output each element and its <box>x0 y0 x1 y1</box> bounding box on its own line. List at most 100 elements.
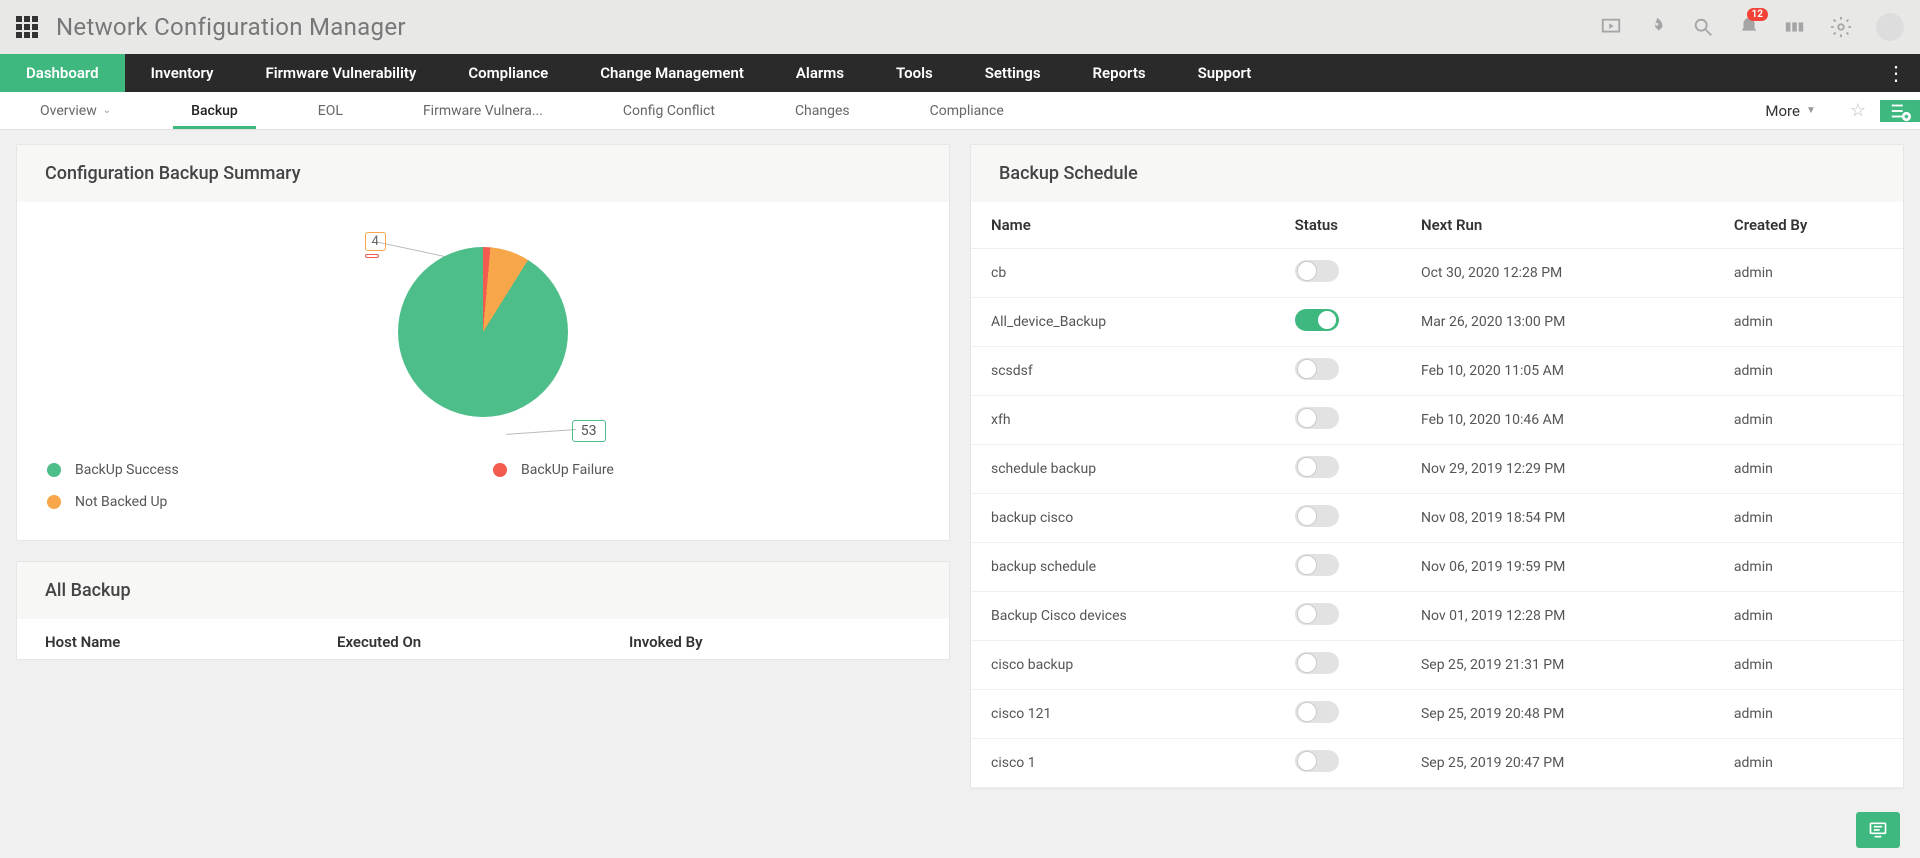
table-row[interactable]: cisco 1Sep 25, 2019 20:47 PMadmin <box>971 739 1903 788</box>
cell-next-run: Nov 01, 2019 12:28 PM <box>1409 592 1722 641</box>
cell-created-by: admin <box>1722 249 1903 298</box>
cell-next-run: Feb 10, 2020 11:05 AM <box>1409 347 1722 396</box>
nav-firmware-vulnerability[interactable]: Firmware Vulnerability <box>240 54 443 92</box>
status-toggle[interactable] <box>1295 554 1339 576</box>
legend-dot <box>493 463 507 477</box>
tab-overview[interactable]: Overview⌄ <box>0 92 151 129</box>
cell-status <box>1283 396 1409 445</box>
status-toggle[interactable] <box>1295 309 1339 331</box>
cell-created-by: admin <box>1722 298 1903 347</box>
status-toggle[interactable] <box>1295 407 1339 429</box>
col-status[interactable]: Status <box>1283 202 1409 249</box>
nav-inventory[interactable]: Inventory <box>125 54 240 92</box>
tab-eol[interactable]: EOL <box>278 92 383 129</box>
table-row[interactable]: scsdsf Feb 10, 2020 11:05 AMadmin <box>971 347 1903 396</box>
cell-status <box>1283 739 1409 788</box>
table-row[interactable]: backup ciscoNov 08, 2019 18:54 PMadmin <box>971 494 1903 543</box>
nav-reports[interactable]: Reports <box>1067 54 1172 92</box>
status-toggle[interactable] <box>1295 505 1339 527</box>
device-icon[interactable] <box>1784 16 1806 38</box>
cell-name: cb <box>971 249 1283 298</box>
nav-support[interactable]: Support <box>1172 54 1278 92</box>
tab-backup[interactable]: Backup <box>151 92 278 129</box>
nav-more-icon[interactable]: ⋮ <box>1872 54 1920 92</box>
callout-not-backed: 4 <box>365 232 386 251</box>
search-icon[interactable] <box>1692 16 1714 38</box>
table-row[interactable]: backup scheduleNov 06, 2019 19:59 PMadmi… <box>971 543 1903 592</box>
subnav-more[interactable]: More ▼ <box>1745 102 1835 120</box>
col-created-by[interactable]: Created By <box>1722 202 1903 249</box>
status-toggle[interactable] <box>1295 750 1339 772</box>
status-toggle[interactable] <box>1295 358 1339 380</box>
cell-status <box>1283 445 1409 494</box>
cell-status <box>1283 347 1409 396</box>
table-row[interactable]: All_device_BackupMar 26, 2020 13:00 PMad… <box>971 298 1903 347</box>
gear-icon[interactable] <box>1830 16 1852 38</box>
cell-created-by: admin <box>1722 641 1903 690</box>
tab-firmware-vulnera-[interactable]: Firmware Vulnera... <box>383 92 583 129</box>
schedule-table: NameStatusNext RunCreated By cbOct 30, 2… <box>971 202 1903 788</box>
avatar[interactable] <box>1876 13 1904 41</box>
legend-item[interactable]: Not Backed Up <box>47 494 473 510</box>
nav-dashboard[interactable]: Dashboard <box>0 54 125 92</box>
legend-dot <box>47 463 61 477</box>
callout-failure <box>365 254 379 258</box>
rocket-icon[interactable] <box>1646 16 1668 38</box>
status-toggle[interactable] <box>1295 603 1339 625</box>
cell-name: cisco backup <box>971 641 1283 690</box>
table-row[interactable]: cisco 121Sep 25, 2019 20:48 PMadmin <box>971 690 1903 739</box>
cell-next-run: Sep 25, 2019 20:47 PM <box>1409 739 1722 788</box>
presentation-icon[interactable] <box>1600 16 1622 38</box>
cell-next-run: Sep 25, 2019 21:31 PM <box>1409 641 1722 690</box>
star-icon[interactable]: ☆ <box>1836 100 1880 121</box>
cell-name: backup schedule <box>971 543 1283 592</box>
cell-created-by: admin <box>1722 445 1903 494</box>
status-toggle[interactable] <box>1295 701 1339 723</box>
app-title: Network Configuration Manager <box>56 13 406 41</box>
table-row[interactable]: cisco backup Sep 25, 2019 21:31 PMadmin <box>971 641 1903 690</box>
bell-icon[interactable]: 12 <box>1738 16 1760 38</box>
status-toggle[interactable] <box>1295 652 1339 674</box>
table-row[interactable]: Backup Cisco devices Nov 01, 2019 12:28 P… <box>971 592 1903 641</box>
cell-created-by: admin <box>1722 494 1903 543</box>
pie-chart: 4 53 <box>361 232 606 442</box>
cell-name: schedule backup <box>971 445 1283 494</box>
tab-changes[interactable]: Changes <box>755 92 890 129</box>
col-next-run[interactable]: Next Run <box>1409 202 1722 249</box>
nav-tools[interactable]: Tools <box>870 54 959 92</box>
nav-settings[interactable]: Settings <box>959 54 1067 92</box>
table-row[interactable]: cbOct 30, 2020 12:28 PMadmin <box>971 249 1903 298</box>
tab-config-conflict[interactable]: Config Conflict <box>583 92 755 129</box>
legend-dot <box>47 495 61 509</box>
table-row[interactable]: schedule backupNov 29, 2019 12:29 PMadmi… <box>971 445 1903 494</box>
cell-created-by: admin <box>1722 396 1903 445</box>
legend-label: Not Backed Up <box>75 494 167 510</box>
panel-title: Configuration Backup Summary <box>17 145 949 202</box>
tab-compliance[interactable]: Compliance <box>890 92 1044 129</box>
status-toggle[interactable] <box>1295 456 1339 478</box>
cell-created-by: admin <box>1722 347 1903 396</box>
status-toggle[interactable] <box>1295 260 1339 282</box>
cell-status <box>1283 690 1409 739</box>
apps-icon[interactable] <box>16 16 38 38</box>
col-executed: Executed On <box>337 633 629 651</box>
cell-name: Backup Cisco devices <box>971 592 1283 641</box>
backup-schedule-panel: Backup Schedule NameStatusNext RunCreate… <box>970 144 1904 789</box>
nav-alarms[interactable]: Alarms <box>770 54 870 92</box>
panel-title: All Backup <box>17 562 949 619</box>
nav-compliance[interactable]: Compliance <box>442 54 574 92</box>
nav-change-management[interactable]: Change Management <box>574 54 770 92</box>
col-name[interactable]: Name <box>971 202 1283 249</box>
table-row[interactable]: xfhFeb 10, 2020 10:46 AMadmin <box>971 396 1903 445</box>
feedback-button[interactable] <box>1856 812 1900 848</box>
cell-created-by: admin <box>1722 592 1903 641</box>
cell-created-by: admin <box>1722 739 1903 788</box>
cell-next-run: Nov 08, 2019 18:54 PM <box>1409 494 1722 543</box>
cell-status <box>1283 494 1409 543</box>
legend-item[interactable]: BackUp Success <box>47 462 473 478</box>
cell-next-run: Mar 26, 2020 13:00 PM <box>1409 298 1722 347</box>
add-widget-button[interactable] <box>1880 100 1920 122</box>
cell-name: scsdsf <box>971 347 1283 396</box>
chart-legend: BackUp Success BackUp Failure Not Backed U… <box>37 442 929 520</box>
legend-item[interactable]: BackUp Failure <box>493 462 919 478</box>
